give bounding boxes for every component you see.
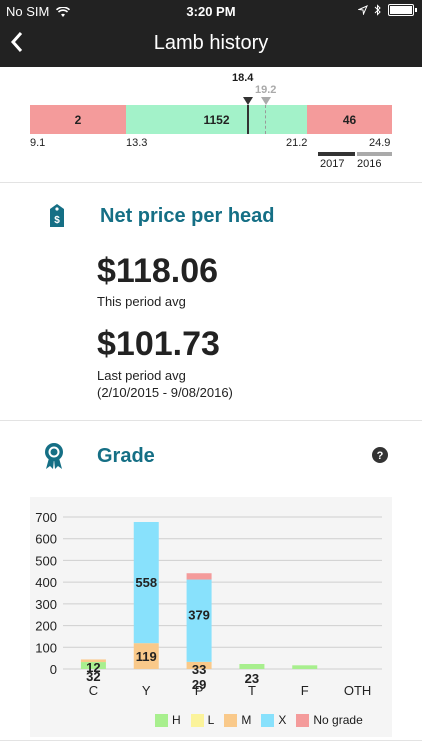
status-bar: No SIM 3:20 PM	[0, 0, 422, 24]
year-previous-swatch	[357, 152, 392, 156]
legend-item: No grade	[296, 713, 363, 727]
bar-segment	[186, 573, 212, 580]
y-tick-label: 600	[35, 532, 57, 547]
legend-swatch	[296, 713, 310, 727]
battery-icon	[388, 4, 417, 16]
range-segment-low: 2	[30, 105, 126, 134]
year-previous-label: 2016	[357, 158, 382, 170]
year-current-label: 2017	[320, 158, 345, 170]
weight-range-bar: 2 1152 46 18.4 19.2 9.1 13.3 21.2 24.9 2…	[0, 67, 422, 180]
last-period-label: Last period avg	[97, 368, 186, 383]
this-period-value: $118.06	[97, 252, 219, 290]
legend-swatch	[261, 713, 275, 727]
y-tick-label: 0	[50, 662, 57, 677]
last-period-range: (2/10/2015 - 9/08/2016)	[97, 385, 233, 400]
range-segment-high: 46	[307, 105, 392, 134]
this-period-label: This period avg	[97, 294, 186, 309]
page-title: Lamb history	[153, 32, 269, 54]
data-label: 119	[136, 649, 157, 664]
data-label: 379	[188, 608, 210, 623]
segment-label: 1152	[203, 112, 230, 127]
current-marker-value: 18.4	[232, 72, 254, 84]
data-label: 32	[86, 669, 100, 684]
status-icons	[358, 4, 417, 16]
segment-label: 2	[74, 112, 82, 127]
x-tick-label: Y	[142, 683, 151, 698]
previous-marker-line	[265, 105, 266, 134]
range-tick: 24.9	[369, 137, 391, 149]
data-label: 23	[245, 671, 259, 686]
current-marker-line	[247, 105, 249, 134]
range-tick: 21.2	[286, 137, 308, 149]
data-label: 29	[192, 677, 206, 692]
data-label: 558	[135, 575, 157, 590]
current-marker-icon	[243, 97, 253, 105]
bar-segment	[292, 665, 318, 669]
legend-item: L	[190, 713, 215, 727]
grade-title: Grade	[97, 445, 155, 467]
legend-label: H	[172, 713, 181, 727]
x-tick-label: C	[89, 683, 98, 698]
nav-bar: Lamb history	[0, 24, 422, 67]
y-tick-label: 200	[35, 619, 57, 634]
last-period-value: $101.73	[97, 325, 220, 363]
section-divider	[0, 182, 422, 183]
svg-text:$: $	[54, 215, 60, 226]
segment-label: 46	[342, 112, 357, 127]
section-divider	[0, 740, 422, 741]
location-icon	[358, 5, 368, 15]
x-tick-label: OTH	[344, 683, 371, 698]
section-divider	[0, 420, 422, 421]
net-price-title: Net price per head	[100, 205, 275, 227]
legend-item: H	[155, 713, 181, 727]
price-tag-icon: $	[50, 204, 64, 227]
previous-marker-icon	[261, 97, 271, 105]
legend-swatch	[224, 713, 238, 727]
x-tick-label: F	[301, 683, 309, 698]
year-current-swatch	[318, 152, 355, 156]
range-tick: 13.3	[126, 137, 148, 149]
bluetooth-icon	[374, 4, 381, 16]
y-tick-label: 400	[35, 575, 57, 590]
legend-label: No grade	[313, 713, 363, 727]
previous-marker-value: 19.2	[255, 84, 277, 96]
grade-chart: 0100200300400500600700C Y P T F OTH1232119558…	[35, 510, 382, 698]
help-icon[interactable]: ?	[372, 447, 388, 463]
legend-label: L	[207, 713, 215, 727]
y-tick-label: 100	[35, 640, 57, 655]
range-tick: 9.1	[30, 137, 46, 149]
legend-swatch	[190, 713, 204, 727]
data-label: 33	[192, 662, 206, 677]
legend-label: X	[278, 713, 287, 727]
svg-text:?: ?	[377, 450, 384, 462]
y-tick-label: 700	[35, 510, 57, 525]
award-ribbon-icon	[45, 443, 63, 469]
legend-swatch	[155, 713, 168, 727]
y-tick-label: 500	[35, 553, 57, 568]
legend-label: M	[241, 713, 252, 727]
legend-item: M	[224, 713, 251, 727]
bar-segment	[239, 664, 265, 669]
legend-item: X	[261, 713, 286, 727]
grade-legend: H L M X No grade	[155, 713, 367, 727]
y-tick-label: 300	[35, 597, 57, 612]
range-segment-mid: 1152	[126, 105, 307, 134]
